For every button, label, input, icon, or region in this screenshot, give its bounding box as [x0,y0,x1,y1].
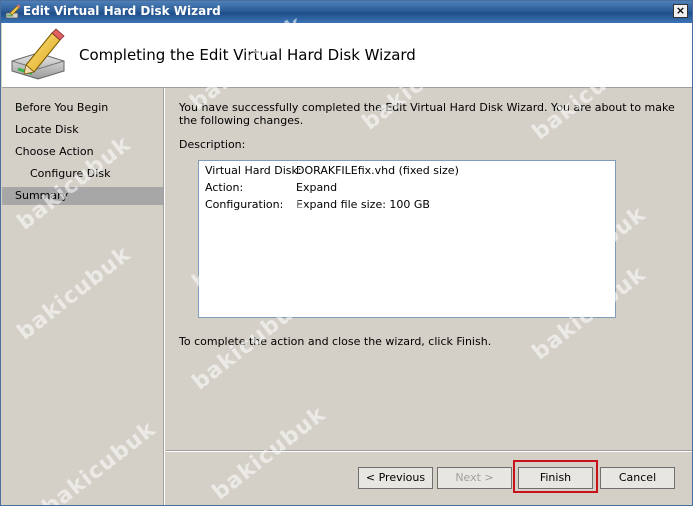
description-value: Expand [296,181,338,194]
description-key: Action: [205,181,244,194]
sidebar-item-before-you-begin[interactable]: Before You Begin [2,99,163,117]
description-key: Virtual Hard Disk: [205,164,302,177]
previous-button[interactable]: < Previous [358,467,433,489]
sidebar-item-summary[interactable]: Summary [2,187,163,205]
edit-disk-icon [11,28,65,80]
window-title: Edit Virtual Hard Disk Wizard [23,4,221,18]
close-button[interactable]: × [673,4,688,18]
wizard-header: Completing the Edit Virtual Hard Disk Wi… [2,23,692,88]
title-bar[interactable]: Edit Virtual Hard Disk Wizard × [1,1,692,23]
next-button[interactable]: Next > [437,467,512,489]
sidebar-item-configure-disk[interactable]: Configure Disk [2,165,163,183]
summary-content: You have successfully completed the Edit… [165,88,692,451]
description-value: DORAKFILEfix.vhd (fixed size) [296,164,459,177]
description-label: Description: [179,138,246,151]
description-box[interactable]: Virtual Hard Disk: DORAKFILEfix.vhd (fix… [198,160,616,318]
finish-button[interactable]: Finish [518,467,593,489]
description-value: Expand file size: 100 GB [296,198,430,211]
finish-instruction-text: To complete the action and close the wiz… [179,335,492,348]
page-title: Completing the Edit Virtual Hard Disk Wi… [79,46,416,64]
sidebar-item-locate-disk[interactable]: Locate Disk [2,121,163,139]
wizard-app-icon [5,4,21,19]
sidebar-item-choose-action[interactable]: Choose Action [2,143,163,161]
summary-intro-text: You have successfully completed the Edit… [179,101,675,127]
description-key: Configuration: [205,198,284,211]
wizard-window: Edit Virtual Hard Disk Wizard × Completi… [0,0,693,506]
cancel-button[interactable]: Cancel [600,467,675,489]
wizard-steps-sidebar: Before You Begin Locate Disk Choose Acti… [2,88,163,505]
footer-divider-highlight [166,451,692,452]
